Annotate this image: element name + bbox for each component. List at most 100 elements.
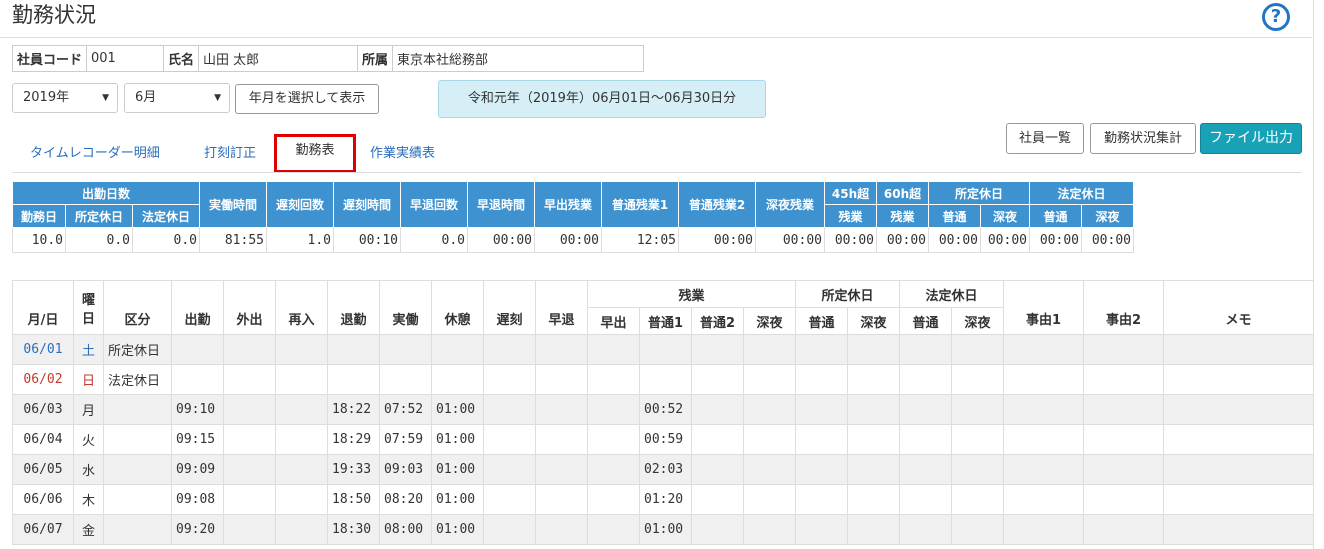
- sched-night: [847, 454, 900, 485]
- tab-timerecorder[interactable]: タイムレコーダー明細: [30, 137, 160, 171]
- ot-normal2: [691, 454, 744, 485]
- legal-night: [951, 334, 1004, 365]
- memo: [1163, 484, 1314, 515]
- table-row[interactable]: 06/01 土所定休日: [12, 334, 1314, 365]
- early-leave-time: [535, 514, 588, 545]
- table-row[interactable]: 06/05 水 09:09 19:33 09:03 01:00 02:03: [12, 454, 1314, 485]
- memo: [1163, 514, 1314, 545]
- col-legal-night: 深夜: [951, 307, 1004, 335]
- table-row[interactable]: 06/07 金 09:20 18:30 08:00 01:00 01:00: [12, 514, 1314, 545]
- ot-night: [743, 484, 796, 515]
- late-time: [483, 394, 536, 425]
- summary-group-sched: 所定休日: [928, 181, 1030, 205]
- sched-normal: [795, 484, 848, 515]
- out-time: [223, 514, 276, 545]
- summary-button[interactable]: 勤務状況集計: [1090, 123, 1196, 154]
- tab-work-record[interactable]: 作業実績表: [370, 137, 435, 171]
- out-time: [223, 334, 276, 365]
- early-leave-time: [535, 334, 588, 365]
- summary-value: 0.0: [65, 227, 133, 253]
- day-type: [103, 394, 172, 425]
- break-time: 01:00: [431, 484, 484, 515]
- ot-early: [587, 334, 640, 365]
- summary-value: 00:00: [824, 227, 877, 253]
- year-select-value: 2019年: [23, 90, 70, 105]
- clock-in: 09:08: [171, 484, 224, 515]
- summary-header-60h-ot: 残業: [876, 204, 929, 228]
- summary-header: 深夜: [980, 204, 1030, 228]
- period-display: 令和元年（2019年）06月01日～06月30日分: [438, 80, 766, 118]
- table-row[interactable]: 06/03 月 09:10 18:22 07:52 01:00 00:52: [12, 394, 1314, 425]
- employee-dept: 東京本社総務部: [392, 45, 645, 72]
- summary-value: 1.0: [266, 227, 334, 253]
- sched-normal: [795, 424, 848, 455]
- day-of-week: 木: [73, 484, 104, 515]
- sched-normal: [795, 394, 848, 425]
- summary-header: 法定休日: [132, 204, 200, 228]
- late-time: [483, 514, 536, 545]
- tab-worksheet[interactable]: 勤務表: [274, 134, 356, 173]
- return-time: [275, 484, 328, 515]
- year-select[interactable]: 2019年 ▼: [12, 83, 118, 113]
- summary-header: 実働時間: [199, 181, 267, 228]
- help-icon[interactable]: ?: [1262, 3, 1290, 31]
- sched-night: [847, 364, 900, 395]
- employee-info: 社員コード 001 氏名 山田 太郎 所属 東京本社総務部: [11, 45, 645, 72]
- legal-night: [951, 364, 1004, 395]
- summary-value: 0.0: [132, 227, 200, 253]
- month-select[interactable]: 6月 ▼: [124, 83, 230, 113]
- legal-night: [951, 454, 1004, 485]
- day-date: 06/02: [12, 364, 74, 395]
- col-leave: 退勤: [327, 280, 380, 335]
- memo: [1163, 454, 1314, 485]
- export-button[interactable]: ファイル出力: [1200, 123, 1302, 154]
- reason2: [1083, 514, 1164, 545]
- sched-normal: [795, 454, 848, 485]
- show-button[interactable]: 年月を選択して表示: [235, 84, 379, 114]
- col-type: 区分: [103, 280, 172, 335]
- day-of-week: 月: [73, 394, 104, 425]
- summary-header: 早退回数: [400, 181, 468, 228]
- day-date: 06/03: [12, 394, 74, 425]
- table-row[interactable]: 06/06 木 09:08 18:50 08:20 01:00 01:20: [12, 484, 1314, 515]
- table-row[interactable]: 06/02 日法定休日: [12, 364, 1314, 395]
- day-date: 06/04: [12, 424, 74, 455]
- return-time: [275, 394, 328, 425]
- clock-in: [171, 334, 224, 365]
- memo: [1163, 334, 1314, 365]
- col-memo: メモ: [1163, 280, 1314, 335]
- divider: [0, 37, 1312, 38]
- break-time: 01:00: [431, 394, 484, 425]
- clock-in: 09:09: [171, 454, 224, 485]
- sched-night: [847, 424, 900, 455]
- late-time: [483, 424, 536, 455]
- day-of-week: 水: [73, 454, 104, 485]
- clock-out: 18:30: [327, 514, 380, 545]
- employee-list-button[interactable]: 社員一覧: [1006, 123, 1084, 154]
- reason2: [1083, 484, 1164, 515]
- memo: [1163, 364, 1314, 395]
- tab-correction[interactable]: 打刻訂正: [204, 137, 256, 171]
- ot-normal1: 01:00: [639, 514, 692, 545]
- summary-value: 00:10: [333, 227, 401, 253]
- late-time: [483, 454, 536, 485]
- day-type: [103, 454, 172, 485]
- break-time: 01:00: [431, 454, 484, 485]
- employee-code-label: 社員コード: [11, 45, 88, 72]
- early-leave-time: [535, 454, 588, 485]
- employee-name-label: 氏名: [163, 45, 200, 72]
- return-time: [275, 514, 328, 545]
- table-row[interactable]: 06/04 火 09:15 18:29 07:59 01:00 00:59: [12, 424, 1314, 455]
- col-date: 月/日: [12, 280, 74, 335]
- col-sched-normal: 普通: [795, 307, 848, 335]
- col-group-overtime: 残業: [587, 280, 796, 308]
- summary-value: 10.0: [12, 227, 66, 253]
- ot-early: [587, 394, 640, 425]
- sched-normal: [795, 364, 848, 395]
- clock-in: 09:15: [171, 424, 224, 455]
- summary-value: 12:05: [601, 227, 679, 253]
- col-ot1: 普通1: [639, 307, 692, 335]
- scrollbar[interactable]: [1313, 0, 1324, 549]
- legal-night: [951, 484, 1004, 515]
- summary-header: 早出残業: [534, 181, 602, 228]
